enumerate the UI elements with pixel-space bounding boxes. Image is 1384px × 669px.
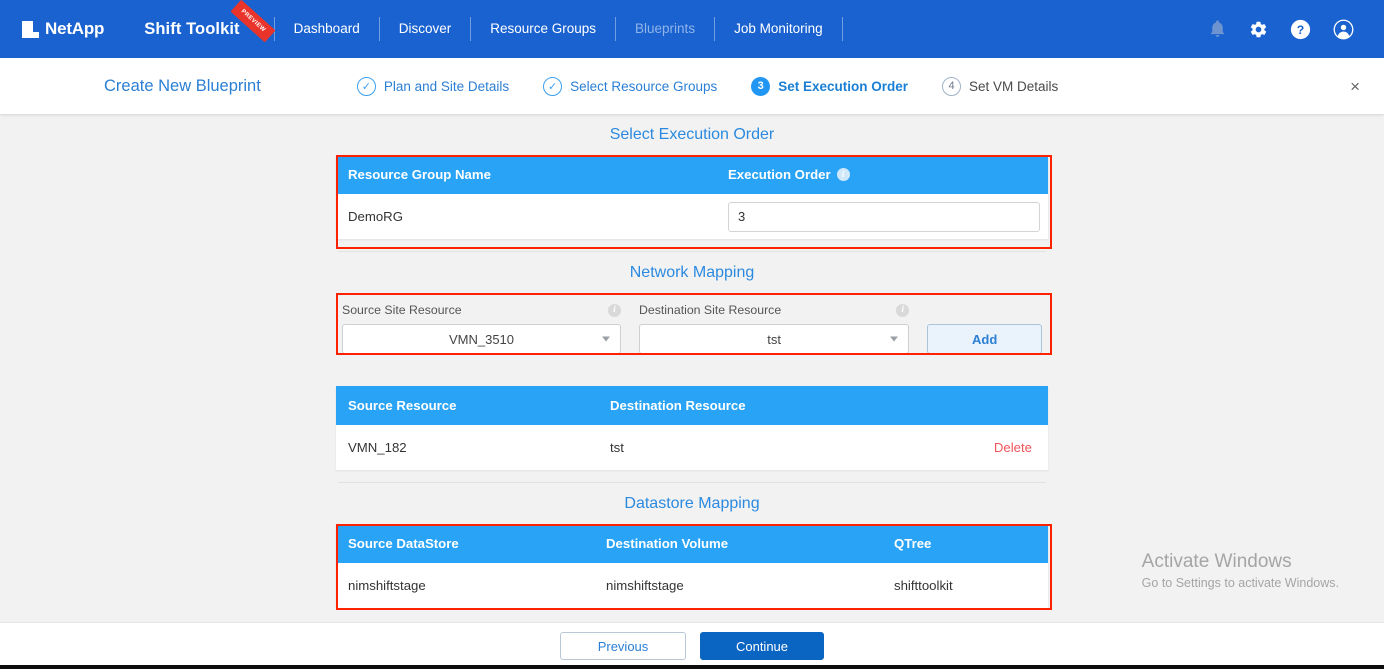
step-label: Plan and Site Details xyxy=(383,78,510,94)
brand-shift-toolkit[interactable]: Shift Toolkit PREVIEW xyxy=(144,0,276,42)
nav-item-job-monitoring[interactable]: Job Monitoring xyxy=(715,0,842,58)
nav-divider xyxy=(841,17,843,41)
table-header-row: Source Resource Destination Resource xyxy=(336,386,1048,425)
add-button[interactable]: Add xyxy=(927,324,1043,354)
source-site-resource-dropdown[interactable]: VMN_3510 xyxy=(342,324,621,354)
execution-order-table: Resource Group Name Execution Order i De… xyxy=(336,155,1048,239)
step-label: Select Resource Groups xyxy=(570,78,718,94)
close-icon[interactable]: × xyxy=(1350,78,1360,95)
activate-windows-watermark: Activate Windows Go to Settings to activ… xyxy=(1142,550,1339,592)
cell-resource-group-name: DemoRG xyxy=(348,209,403,224)
nav-item-discover[interactable]: Discover xyxy=(380,0,471,58)
cell-destination-resource: tst xyxy=(610,440,624,455)
nav-item-resource-groups[interactable]: Resource Groups xyxy=(471,0,615,58)
svg-text:?: ? xyxy=(1297,22,1304,36)
datastore-mapping-table: Source DataStore Destination Volume QTre… xyxy=(336,524,1048,608)
nav-item-dashboard[interactable]: Dashboard xyxy=(275,0,379,58)
table-header-row: Source DataStore Destination Volume QTre… xyxy=(336,524,1048,563)
netapp-mark-icon xyxy=(22,20,39,38)
column-execution-order-label: Execution Order xyxy=(728,167,831,182)
column-destination-volume: Destination Volume xyxy=(606,536,729,551)
netapp-logo-text: NetApp xyxy=(45,19,105,38)
network-mapping-table: Source Resource Destination Resource VMN… xyxy=(336,386,1048,470)
cell-execution-order-input xyxy=(716,201,1046,232)
watermark-title: Activate Windows xyxy=(1141,551,1292,572)
top-navigation-bar: NetApp Shift Toolkit PREVIEW Dashboard D… xyxy=(0,0,1384,58)
bell-icon[interactable] xyxy=(1208,19,1227,39)
gear-icon[interactable] xyxy=(1249,20,1268,39)
user-avatar-icon[interactable] xyxy=(1333,19,1354,40)
main-content: Select Execution Order Resource Group Na… xyxy=(0,114,1384,622)
table-header-row: Resource Group Name Execution Order i xyxy=(336,155,1048,194)
column-execution-order: Execution Order i xyxy=(716,167,1046,182)
column-source-datastore: Source DataStore xyxy=(348,536,459,551)
source-site-resource-label: Source Site Resource xyxy=(342,303,462,317)
section-title-execution-order: Select Execution Order xyxy=(609,126,775,143)
step-select-resource-groups[interactable]: ✓ Select Resource Groups xyxy=(543,76,718,96)
table-row: nimshiftstage nimshiftstage shifttoolkit xyxy=(336,563,1048,608)
nav-item-blueprints[interactable]: Blueprints xyxy=(616,0,714,58)
app-window: NetApp Shift Toolkit PREVIEW Dashboard D… xyxy=(0,0,1384,669)
cell-qtree: shifttoolkit xyxy=(894,578,953,593)
step-set-execution-order[interactable]: 3 Set Execution Order xyxy=(751,76,909,96)
step-plan-and-site-details[interactable]: ✓ Plan and Site Details xyxy=(356,76,510,96)
delete-link[interactable]: Delete xyxy=(918,440,1046,455)
table-row: VMN_182 tst Delete xyxy=(336,425,1048,470)
cell-source-resource: VMN_182 xyxy=(348,440,407,455)
datastore-mapping-wrap: Source DataStore Destination Volume QTre… xyxy=(336,524,1052,610)
wizard-stepper-bar: Create New Blueprint ✓ Plan and Site Det… xyxy=(0,58,1384,114)
step-label: Set VM Details xyxy=(969,78,1059,94)
netapp-logo[interactable]: NetApp xyxy=(22,19,104,39)
nav-right-icons: ? xyxy=(1208,19,1354,40)
wizard-steps: ✓ Plan and Site Details ✓ Select Resourc… xyxy=(356,76,1092,96)
section-title-network-mapping: Network Mapping xyxy=(629,264,755,281)
destination-site-resource-value: tst xyxy=(767,331,781,347)
info-icon[interactable]: i xyxy=(896,303,910,317)
content-inner: Select Execution Order Resource Group Na… xyxy=(336,114,1052,610)
info-icon[interactable]: i xyxy=(608,303,621,317)
destination-site-resource-label: Destination Site Resource xyxy=(639,303,782,317)
cell-destination-volume: nimshiftstage xyxy=(606,578,684,593)
step-set-vm-details[interactable]: 4 Set VM Details xyxy=(942,76,1059,96)
chevron-down-icon xyxy=(890,336,899,342)
previous-button[interactable]: Previous xyxy=(560,632,686,660)
footer-action-bar: Previous Continue xyxy=(0,622,1384,669)
help-icon[interactable]: ? xyxy=(1290,19,1311,40)
column-qtree: QTree xyxy=(894,536,932,551)
column-resource-group-name: Resource Group Name xyxy=(348,167,491,182)
execution-order-input[interactable] xyxy=(728,201,1040,232)
column-destination-resource: Destination Resource xyxy=(610,398,746,413)
destination-site-resource-dropdown[interactable]: tst xyxy=(639,324,910,354)
window-bottom-edge xyxy=(0,665,1384,669)
cell-source-datastore: nimshiftstage xyxy=(348,578,426,593)
section-title-datastore-mapping: Datastore Mapping xyxy=(624,495,760,512)
info-icon[interactable]: i xyxy=(836,168,850,181)
destination-site-resource-field: Destination Site Resource i tst xyxy=(639,303,910,354)
step-number-badge: 3 xyxy=(751,76,771,96)
network-mapping-row: Source Site Resource i VMN_3510 Destinat… xyxy=(336,293,1048,366)
continue-button[interactable]: Continue xyxy=(700,632,824,660)
check-icon: ✓ xyxy=(356,76,376,96)
source-site-resource-label-wrap: Source Site Resource i xyxy=(342,303,621,317)
network-mapping-controls: Source Site Resource i VMN_3510 Destinat… xyxy=(336,293,1052,366)
check-icon: ✓ xyxy=(543,76,563,96)
preview-ribbon-label: PREVIEW xyxy=(239,8,266,33)
source-site-resource-field: Source Site Resource i VMN_3510 xyxy=(342,303,621,354)
step-number-badge: 4 xyxy=(942,76,962,96)
column-source-resource: Source Resource xyxy=(348,398,457,413)
page-title: Create New Blueprint xyxy=(104,76,261,95)
source-site-resource-value: VMN_3510 xyxy=(448,331,515,347)
table-row: DemoRG xyxy=(336,194,1048,239)
step-label: Set Execution Order xyxy=(778,78,909,94)
chevron-down-icon xyxy=(602,336,610,342)
destination-site-resource-label-wrap: Destination Site Resource i xyxy=(639,303,910,317)
watermark-subtitle: Go to Settings to activate Windows. xyxy=(1141,576,1339,590)
brand-title: Shift Toolkit xyxy=(144,19,240,38)
